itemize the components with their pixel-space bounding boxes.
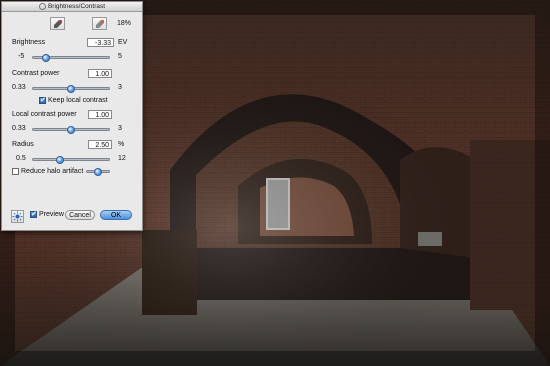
eyedropper-dark-icon <box>54 19 63 28</box>
contrast-power-min-label: 0.33 <box>12 84 26 91</box>
brightness-slider-knob[interactable] <box>41 54 50 62</box>
contrast-power-slider-knob[interactable] <box>67 85 75 93</box>
percent-readout: 18% <box>117 20 132 27</box>
reduce-halo-slider-knob[interactable] <box>94 168 102 176</box>
radius-slider[interactable] <box>32 156 110 164</box>
reduce-halo-checkbox[interactable] <box>12 168 19 175</box>
radius-unit: % <box>118 141 125 148</box>
keep-local-contrast-checkbox[interactable]: ✔ <box>39 97 46 104</box>
cancel-button[interactable]: Cancel <box>65 210 95 220</box>
brightness-slider[interactable] <box>32 54 110 62</box>
brightness-min-label: -5 <box>18 53 25 60</box>
brightness-unit: EV <box>118 39 128 46</box>
window-close-icon[interactable] <box>38 2 46 10</box>
radius-min-label: 0.5 <box>16 155 26 162</box>
brightness-label: Brightness <box>12 39 46 46</box>
local-contrast-power-min-label: 0.33 <box>12 125 26 132</box>
preview-label: Preview <box>39 211 64 218</box>
ok-button[interactable]: OK <box>100 210 132 220</box>
contrast-power-slider[interactable] <box>32 85 110 93</box>
local-contrast-power-max-label: 3 <box>118 125 122 132</box>
black-point-picker-button[interactable] <box>50 17 65 30</box>
eyedropper-light-icon <box>96 19 105 28</box>
brightness-max-label: 5 <box>118 53 122 60</box>
preview-checkbox[interactable]: ✔ <box>30 211 37 218</box>
radius-slider-knob[interactable] <box>56 156 65 164</box>
reduce-halo-slider[interactable] <box>86 168 110 176</box>
local-contrast-power-label: Local contrast power <box>12 111 77 118</box>
contrast-power-max-label: 3 <box>118 84 122 91</box>
contrast-power-field[interactable]: 1.00 <box>88 69 112 78</box>
radius-label: Radius <box>12 141 34 148</box>
radius-field[interactable]: 2.50 <box>88 140 112 149</box>
local-contrast-power-slider[interactable] <box>32 126 110 134</box>
dialog-titlebar[interactable]: Brightness/Contrast <box>2 2 142 12</box>
dialog-title: Brightness/Contrast <box>47 3 106 10</box>
keep-local-contrast-label: Keep local contrast <box>48 97 108 104</box>
brightness-contrast-dialog: Brightness/Contrast 18% Brightness -3.33… <box>1 1 143 231</box>
reduce-halo-label: Reduce halo artifact <box>21 168 84 175</box>
sun-icon <box>12 211 23 222</box>
radius-max-label: 12 <box>118 155 126 162</box>
local-contrast-power-slider-knob[interactable] <box>67 126 75 134</box>
auto-adjust-button[interactable] <box>11 210 24 223</box>
white-point-picker-button[interactable] <box>92 17 107 30</box>
local-contrast-power-field[interactable]: 1.00 <box>88 110 112 119</box>
contrast-power-label: Contrast power <box>12 70 60 77</box>
brightness-field[interactable]: -3.33 <box>87 38 114 47</box>
